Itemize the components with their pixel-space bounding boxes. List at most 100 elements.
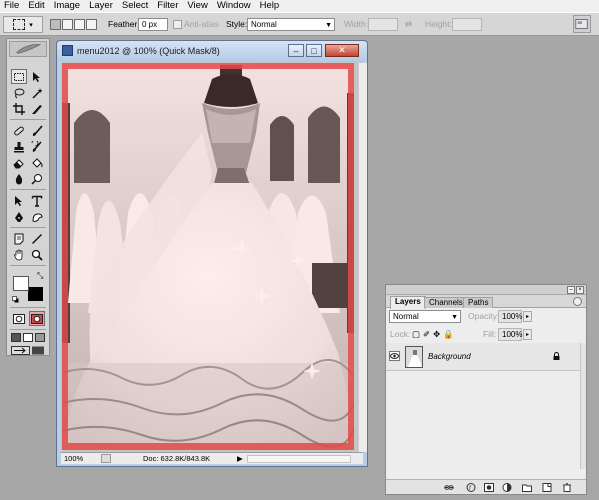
menu-select[interactable]: Select [118, 0, 153, 12]
brush-tool[interactable] [29, 123, 45, 138]
lasso-tool[interactable] [11, 85, 27, 100]
path-selection-tool[interactable] [11, 193, 27, 208]
close-button[interactable]: ✕ [325, 44, 359, 57]
selection-mode-group [50, 19, 98, 30]
status-menu-icon[interactable] [101, 454, 111, 463]
hand-tool[interactable] [11, 247, 27, 262]
opacity-input[interactable]: 100% [498, 310, 522, 323]
layer-row[interactable]: Background [386, 343, 580, 371]
menu-image[interactable]: Image [50, 0, 85, 12]
new-selection-button[interactable] [50, 19, 61, 30]
standard-screen-mode-button[interactable] [11, 333, 21, 342]
toolbox: ⤡ [6, 38, 50, 356]
healing-brush-tool[interactable] [11, 123, 27, 138]
menu-file[interactable]: File [0, 0, 24, 12]
new-layer-icon[interactable] [542, 483, 552, 492]
lock-icons[interactable]: ▢✐✥🔒 [412, 328, 457, 341]
palette-well[interactable] [573, 15, 591, 33]
layer-name[interactable]: Background [428, 352, 471, 362]
intersect-selection-button[interactable] [86, 19, 97, 30]
type-tool[interactable] [29, 193, 45, 208]
trash-icon[interactable] [562, 483, 572, 492]
blend-mode-dropdown[interactable]: Normal ▼ [389, 310, 461, 323]
tab-layers[interactable]: Layers [390, 296, 426, 309]
rectangular-marquee-tool[interactable] [11, 69, 27, 84]
eye-icon[interactable] [389, 351, 400, 361]
minimize-button[interactable]: – [288, 44, 304, 57]
document-size-info: Doc: 632.8K/843.8K [143, 454, 211, 463]
eraser-tool[interactable] [11, 155, 27, 170]
full-screen-menu-mode-button[interactable] [23, 333, 33, 342]
swap-colors-icon[interactable]: ⤡ [37, 271, 43, 281]
menu-filter[interactable]: Filter [153, 0, 183, 12]
zoom-tool[interactable] [29, 247, 45, 262]
height-input[interactable] [452, 18, 482, 31]
adobe-feather-logo[interactable] [9, 41, 47, 57]
status-arrow-icon[interactable]: ▶ [237, 453, 243, 464]
panel-minimize-button[interactable]: – [567, 286, 575, 294]
default-colors-icon[interactable] [12, 295, 19, 303]
style-dropdown[interactable]: Normal ▼ [247, 18, 335, 31]
feather-input[interactable]: 0 px [138, 18, 168, 31]
document-titlebar[interactable]: menu2012 @ 100% (Quick Mask/8) – □ ✕ [57, 41, 367, 61]
panel-titlebar[interactable]: – × [386, 285, 586, 295]
pen-tool[interactable] [11, 209, 27, 224]
full-screen-mode-button[interactable] [35, 333, 45, 342]
maximize-button[interactable]: □ [306, 44, 322, 57]
menu-help[interactable]: Help [256, 0, 285, 12]
tab-channels[interactable]: Channels [424, 297, 468, 308]
link-layers-icon[interactable] [444, 483, 454, 492]
magic-wand-tool[interactable] [29, 85, 45, 100]
notes-tool[interactable] [11, 231, 27, 246]
magic-wand-icon [32, 87, 43, 99]
standard-mode-button[interactable] [11, 311, 27, 326]
menu-window[interactable]: Window [213, 0, 256, 12]
move-icon [33, 71, 40, 82]
jump-to-imageready-button[interactable] [11, 346, 45, 355]
quick-mask-mode-button[interactable] [29, 311, 45, 326]
panel-menu-button[interactable] [573, 297, 582, 306]
crop-tool[interactable] [11, 101, 27, 116]
zoom-level[interactable]: 100% [64, 453, 83, 464]
dodge-tool[interactable] [29, 171, 45, 186]
fill-input[interactable]: 100% [498, 328, 522, 341]
menu-layer[interactable]: Layer [85, 0, 118, 12]
blend-row: Normal ▼ Opacity: 100% ▸ [386, 310, 586, 324]
background-color-swatch[interactable] [28, 287, 43, 301]
add-selection-button[interactable] [62, 19, 73, 30]
antialias-checkbox[interactable]: Anti-alias [173, 18, 219, 31]
paint-bucket-tool[interactable] [29, 155, 45, 170]
new-group-icon[interactable] [522, 483, 532, 492]
layers-scrollbar[interactable] [580, 343, 586, 469]
move-tool[interactable] [29, 69, 45, 84]
palette-well-icon [575, 19, 588, 29]
opacity-slider-button[interactable]: ▸ [523, 311, 532, 322]
slice-tool[interactable] [29, 101, 45, 116]
foreground-color-swatch[interactable] [13, 276, 29, 291]
layer-style-icon[interactable]: f [466, 483, 476, 492]
layers-panel: – × Layers Channels Paths Normal ▼ Opacit… [385, 284, 587, 495]
shape-icon [32, 212, 43, 222]
image-canvas[interactable] [62, 63, 354, 450]
clone-stamp-tool[interactable] [11, 139, 27, 154]
chevron-down-icon: ▼ [325, 22, 332, 29]
layer-mask-icon[interactable] [484, 483, 494, 492]
blur-tool[interactable] [11, 171, 27, 186]
history-brush-tool[interactable] [29, 139, 45, 154]
hand-icon [14, 249, 23, 260]
subtract-selection-button[interactable] [74, 19, 85, 30]
eyedropper-tool[interactable] [29, 231, 45, 246]
tab-paths[interactable]: Paths [463, 297, 494, 308]
horizontal-scrollbar[interactable] [247, 455, 351, 463]
menu-view[interactable]: View [183, 0, 212, 12]
fill-slider-button[interactable]: ▸ [523, 329, 532, 340]
adjustment-layer-icon[interactable] [502, 483, 512, 492]
custom-shape-tool[interactable] [29, 209, 45, 224]
tool-preset-picker[interactable]: ▾ [3, 16, 43, 33]
width-input[interactable] [368, 18, 398, 31]
vertical-scrollbar[interactable] [358, 63, 367, 452]
panel-close-button[interactable]: × [576, 286, 584, 294]
swap-icon[interactable]: ⇄ [405, 18, 412, 31]
marquee-preset-icon [13, 19, 26, 30]
menu-edit[interactable]: Edit [24, 0, 49, 12]
